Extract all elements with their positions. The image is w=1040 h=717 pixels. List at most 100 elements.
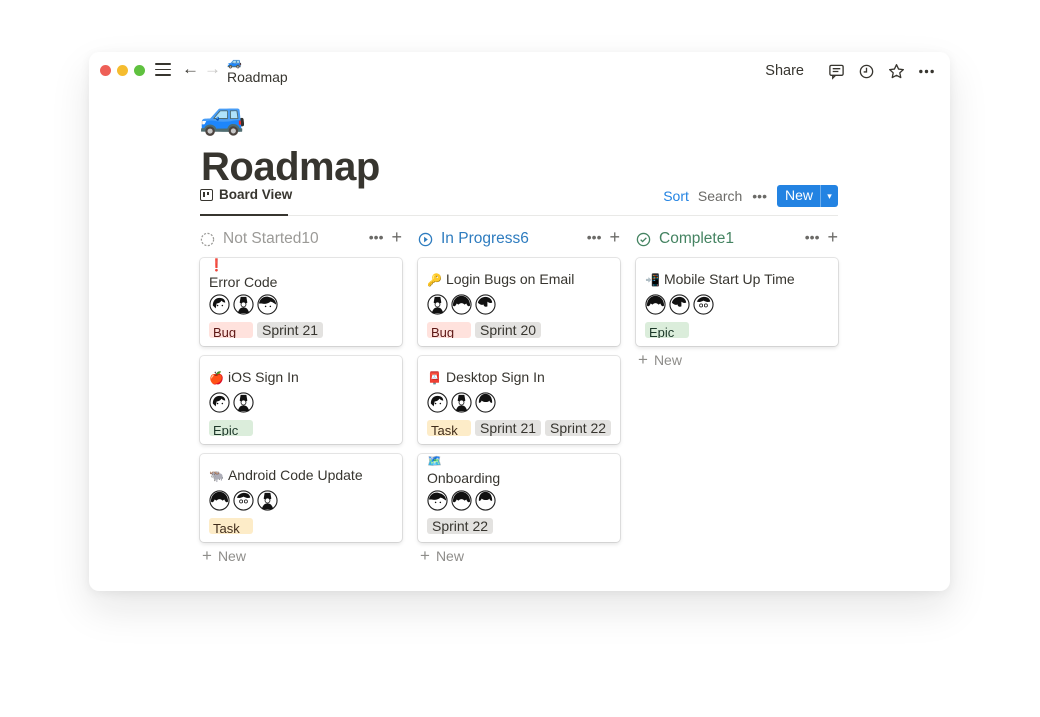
view-toolbar: Board View Sort Search ••• New ▾ xyxy=(200,185,838,216)
search-button[interactable]: Search xyxy=(698,188,742,204)
card-tags: Task Sprint 21 Sprint 22 xyxy=(427,420,612,436)
tag-epic[interactable]: Epic xyxy=(209,420,253,436)
view-more-button[interactable]: ••• xyxy=(752,188,767,204)
tab-board-view[interactable]: Board View xyxy=(200,187,292,202)
avatar[interactable] xyxy=(451,294,472,315)
card-tags: Sprint 22 xyxy=(427,518,494,534)
breadcrumb[interactable]: 🚙 Roadmap xyxy=(227,55,288,85)
avatar[interactable] xyxy=(233,490,254,511)
tag-sprint[interactable]: Sprint 22 xyxy=(427,518,494,534)
new-button-label: New xyxy=(784,187,813,203)
chevron-down-icon[interactable]: ▾ xyxy=(820,185,838,207)
tag-sprint[interactable]: Sprint 21 xyxy=(257,322,324,338)
board-card[interactable]: 📲 Mobile Start Up Time Epic xyxy=(636,258,838,346)
avatar[interactable] xyxy=(693,294,714,315)
card-assignees xyxy=(427,294,496,315)
avatar[interactable] xyxy=(475,490,496,511)
column-title: In Progress xyxy=(441,230,521,247)
add-new-card-button[interactable]: + New xyxy=(420,546,464,565)
tag-sprint[interactable]: Sprint 21 xyxy=(475,420,542,436)
share-button[interactable]: Share xyxy=(765,63,804,79)
close-window-button[interactable] xyxy=(100,65,111,76)
avatar[interactable] xyxy=(451,490,472,511)
avatar[interactable] xyxy=(233,294,254,315)
avatar[interactable] xyxy=(669,294,690,315)
board-card[interactable]: 🔑 Login Bugs on Email Bug Sprint 20 xyxy=(418,258,620,346)
card-title-text: Error Code xyxy=(209,274,278,290)
page-title[interactable]: Roadmap xyxy=(201,145,380,190)
topbar-actions: Share xyxy=(765,61,936,81)
plus-icon: + xyxy=(638,350,648,369)
card-title-text: Desktop Sign In xyxy=(445,369,545,385)
add-new-card-button[interactable]: + New xyxy=(202,546,246,565)
column-count: 6 xyxy=(520,230,529,247)
avatar[interactable] xyxy=(257,294,278,315)
avatar[interactable] xyxy=(427,294,448,315)
avatar[interactable] xyxy=(475,392,496,413)
avatar[interactable] xyxy=(475,294,496,315)
add-new-card-button[interactable]: + New xyxy=(638,350,682,369)
new-button[interactable]: New ▾ xyxy=(776,185,838,207)
column-more-button[interactable]: ••• xyxy=(369,229,384,245)
board-card[interactable]: 🍎 iOS Sign In Epic xyxy=(200,356,402,444)
avatar[interactable] xyxy=(233,392,254,413)
column-add-button[interactable]: + xyxy=(391,228,402,246)
column-header[interactable]: Complete 1 ••• + xyxy=(636,228,838,250)
card-title: 📮 Desktop Sign In xyxy=(427,367,545,388)
board-card[interactable]: 🐃 Android Code Update Task xyxy=(200,454,402,542)
sort-button[interactable]: Sort xyxy=(663,188,689,204)
tag-epic[interactable]: Epic xyxy=(645,322,689,338)
card-title: 🔑 Login Bugs on Email xyxy=(427,269,574,290)
tag-task[interactable]: Task xyxy=(427,420,471,436)
plus-icon: + xyxy=(202,546,212,565)
avatar[interactable] xyxy=(257,490,278,511)
clock-icon[interactable] xyxy=(856,61,876,81)
card-tags: Epic xyxy=(209,420,253,436)
tag-sprint[interactable]: Sprint 22 xyxy=(545,420,612,436)
avatar[interactable] xyxy=(451,392,472,413)
avatar[interactable] xyxy=(645,294,666,315)
avatar[interactable] xyxy=(209,294,230,315)
card-assignees xyxy=(209,392,254,413)
more-icon[interactable] xyxy=(916,61,936,81)
comment-icon[interactable] xyxy=(826,61,846,81)
maximize-window-button[interactable] xyxy=(134,65,145,76)
active-tab-indicator xyxy=(200,214,288,216)
back-arrow-icon[interactable]: ← xyxy=(182,59,199,79)
board-column-not-started: Not Started 10 ••• + ❗ Error Code Bug Sp… xyxy=(200,228,402,564)
tag-task[interactable]: Task xyxy=(209,518,253,534)
avatar[interactable] xyxy=(427,490,448,511)
column-add-button[interactable]: + xyxy=(827,228,838,246)
board-card[interactable]: 📮 Desktop Sign In Task Sprint 21 Sprint 2… xyxy=(418,356,620,444)
plus-icon: + xyxy=(420,546,430,565)
card-tags: Epic xyxy=(645,322,689,338)
window-controls xyxy=(100,65,145,76)
forward-arrow-icon[interactable]: → xyxy=(204,59,221,79)
sidebar-menu-icon[interactable] xyxy=(155,63,171,77)
card-title: 🐃 Android Code Update xyxy=(209,465,363,486)
column-header[interactable]: In Progress 6 ••• + xyxy=(418,228,620,250)
card-title: 🗺️ Onboarding xyxy=(427,454,547,488)
card-emoji-icon: 🍎 xyxy=(209,371,224,385)
card-emoji-icon: 🔑 xyxy=(427,273,442,287)
column-header[interactable]: Not Started 10 ••• + xyxy=(200,228,402,250)
avatar[interactable] xyxy=(209,392,230,413)
star-icon[interactable] xyxy=(886,61,906,81)
card-emoji-icon: 📲 xyxy=(645,273,660,287)
avatar[interactable] xyxy=(427,392,448,413)
page-icon[interactable]: 🚙 xyxy=(199,94,246,138)
card-assignees xyxy=(427,490,496,511)
card-tags: Bug Sprint 21 xyxy=(209,322,324,338)
board-card[interactable]: 🗺️ Onboarding Sprint 22 xyxy=(418,454,620,542)
tag-sprint[interactable]: Sprint 20 xyxy=(475,322,542,338)
breadcrumb-car-icon: 🚙 xyxy=(227,55,242,69)
card-assignees xyxy=(427,392,496,413)
avatar[interactable] xyxy=(209,490,230,511)
minimize-window-button[interactable] xyxy=(117,65,128,76)
tag-bug[interactable]: Bug xyxy=(427,322,471,338)
board-card[interactable]: ❗ Error Code Bug Sprint 21 xyxy=(200,258,402,346)
column-add-button[interactable]: + xyxy=(609,228,620,246)
column-more-button[interactable]: ••• xyxy=(805,229,820,245)
column-more-button[interactable]: ••• xyxy=(587,229,602,245)
tag-bug[interactable]: Bug xyxy=(209,322,253,338)
